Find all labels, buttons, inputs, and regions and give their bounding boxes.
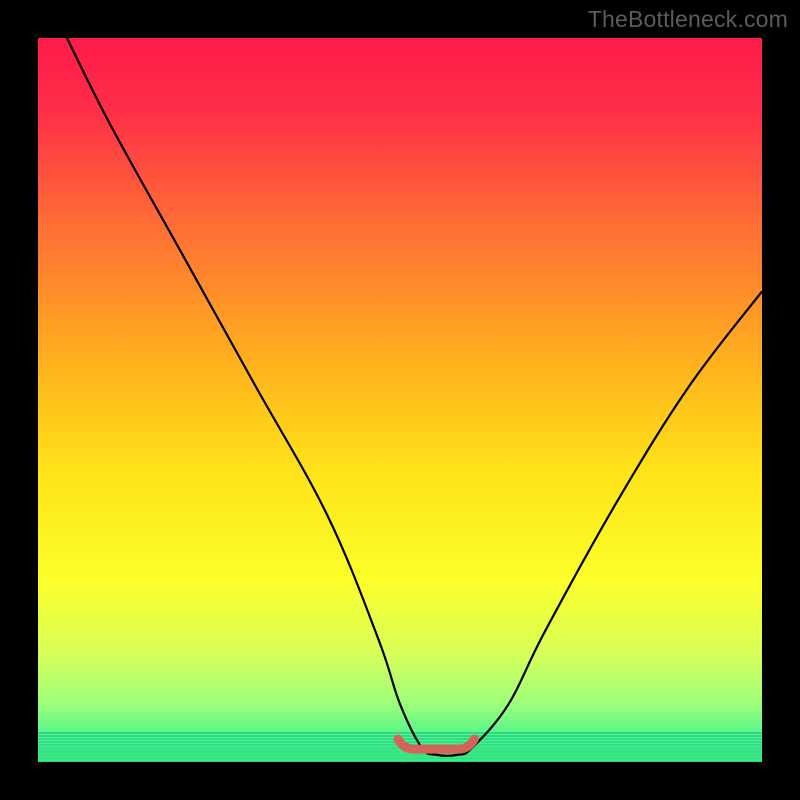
watermark-text: TheBottleneck.com (588, 6, 788, 33)
chart-plot-area (38, 38, 762, 762)
gradient-background (38, 38, 762, 762)
chart-svg (38, 38, 762, 762)
chart-stage: TheBottleneck.com (0, 0, 800, 800)
